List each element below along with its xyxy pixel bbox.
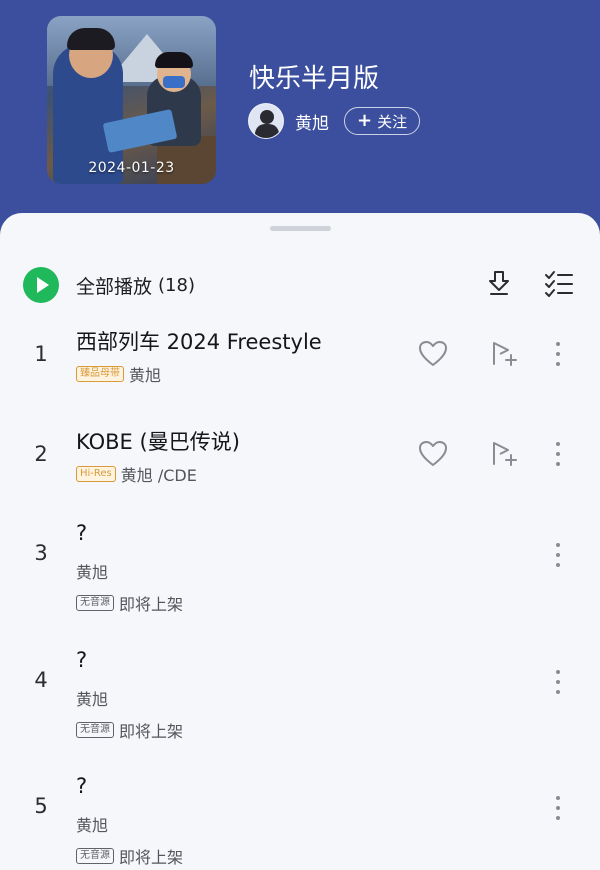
song-row[interactable]: 3 ? 黄旭 无音源 即将上架 — [0, 521, 600, 621]
artist-name[interactable]: 黄旭 — [295, 109, 329, 134]
track-count: (18) — [158, 274, 195, 296]
song-meta: 臻品母带 黄旭 — [76, 362, 161, 386]
artist-avatar[interactable] — [248, 103, 284, 139]
song-row[interactable]: 4 ? 黄旭 无音源 即将上架 — [0, 648, 600, 748]
artist-row: 黄旭 + 关注 — [248, 103, 421, 139]
add-to-playlist-icon[interactable] — [490, 440, 518, 468]
no-source-badge: 无音源 — [76, 848, 114, 864]
track-number: 2 — [34, 442, 48, 466]
track-number: 3 — [34, 541, 48, 565]
song-artist: 黄旭 — [76, 563, 109, 582]
multi-select-list-icon[interactable] — [544, 268, 574, 298]
song-title: KOBE (曼巴传说) — [76, 430, 240, 454]
follow-button[interactable]: + 关注 — [344, 107, 421, 135]
status-text: 即将上架 — [119, 722, 184, 741]
follow-label: 关注 — [377, 112, 408, 131]
track-list-panel: 全部播放 (18) 1 西部列车 2024 Freestyle 臻品母带 黄旭 — [0, 213, 600, 870]
more-vertical-icon[interactable] — [548, 440, 568, 468]
more-vertical-icon[interactable] — [548, 340, 568, 368]
heart-icon[interactable] — [418, 340, 448, 368]
heart-icon[interactable] — [418, 440, 448, 468]
album-header: 2024-01-23 快乐半月版 黄旭 + 关注 — [0, 0, 600, 240]
track-number: 1 — [34, 342, 48, 366]
status-text: 即将上架 — [119, 848, 184, 867]
song-row[interactable]: 5 ? 黄旭 无音源 即将上架 — [0, 774, 600, 870]
status-text: 即将上架 — [119, 595, 184, 614]
song-title: ? — [76, 521, 88, 545]
more-vertical-icon[interactable] — [548, 668, 568, 696]
no-source-badge: 无音源 — [76, 595, 114, 611]
song-status: 无音源 即将上架 — [76, 591, 183, 615]
song-artist: 黄旭 — [76, 690, 109, 709]
song-status: 无音源 即将上架 — [76, 718, 183, 742]
release-date: 2024-01-23 — [88, 160, 175, 176]
more-vertical-icon[interactable] — [548, 541, 568, 569]
add-to-playlist-icon[interactable] — [490, 340, 518, 368]
more-vertical-icon[interactable] — [548, 794, 568, 822]
track-number: 5 — [34, 794, 48, 818]
no-source-badge: 无音源 — [76, 722, 114, 738]
quality-badge: Hi-Res — [76, 466, 116, 482]
song-meta: Hi-Res 黄旭 /CDE — [76, 462, 197, 486]
drag-handle[interactable] — [270, 226, 331, 231]
song-artist: 黄旭 — [76, 816, 109, 835]
song-title: ? — [76, 774, 88, 798]
play-circle-icon — [23, 267, 59, 303]
play-all-label: 全部播放 — [76, 275, 153, 298]
song-row[interactable]: 2 KOBE (曼巴传说) Hi-Res 黄旭 /CDE — [0, 418, 600, 498]
album-title: 快乐半月版 — [249, 64, 380, 94]
plus-icon: + — [357, 110, 373, 131]
song-title: ? — [76, 648, 88, 672]
song-artist: 黄旭 — [129, 366, 162, 385]
song-status: 无音源 即将上架 — [76, 844, 183, 868]
song-artist: 黄旭 /CDE — [120, 466, 197, 485]
quality-badge: 臻品母带 — [76, 366, 124, 382]
album-cover[interactable]: 2024-01-23 — [47, 16, 216, 184]
song-row[interactable]: 1 西部列车 2024 Freestyle 臻品母带 黄旭 — [0, 318, 600, 398]
track-number: 4 — [34, 668, 48, 692]
download-icon[interactable] — [484, 268, 514, 298]
play-all-button[interactable]: 全部播放 (18) — [23, 267, 195, 303]
song-title: 西部列车 2024 Freestyle — [76, 330, 322, 354]
